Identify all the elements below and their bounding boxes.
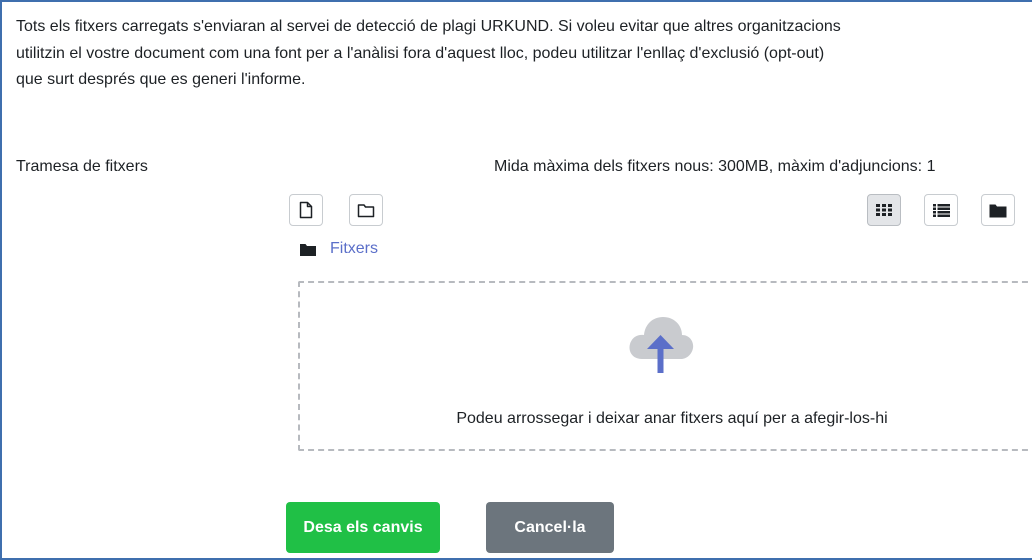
cloud-upload-icon [629, 317, 694, 373]
save-changes-button[interactable]: Desa els canvis [286, 502, 440, 553]
drop-zone-message: Podeu arrossegar i deixar anar fitxers a… [456, 410, 888, 427]
notice-line: que surt després que es generi l'informe… [16, 71, 306, 88]
list-view-button[interactable] [924, 194, 958, 226]
assignment-submission-panel: Tots els fitxers carregats s'enviaran al… [0, 0, 1032, 560]
cancel-button[interactable]: Cancel·la [486, 502, 614, 553]
tree-view-icon [989, 204, 1007, 217]
create-folder-icon [357, 203, 375, 217]
grid-view-button[interactable] [867, 194, 901, 226]
add-file-icon [299, 201, 313, 219]
file-drop-zone[interactable]: Podeu arrossegar i deixar anar fitxers a… [298, 281, 1032, 451]
breadcrumb-files-link[interactable]: Fitxers [330, 240, 378, 258]
create-folder-button[interactable] [349, 194, 383, 226]
add-file-button[interactable] [289, 194, 323, 226]
breadcrumb: Fitxers [300, 240, 378, 258]
grid-view-icon [876, 204, 892, 216]
list-view-icon [932, 203, 950, 217]
plagiarism-notice: Tots els fitxers carregats s'enviaran al… [16, 14, 1032, 94]
notice-line: Tots els fitxers carregats s'enviaran al… [16, 18, 841, 35]
tree-view-button[interactable] [981, 194, 1015, 226]
folder-icon [300, 243, 316, 256]
notice-line: utilitzin el vostre document com una fon… [16, 44, 825, 62]
max-size-info: Mida màxima dels fitxers nous: 300MB, mà… [494, 158, 936, 175]
file-submission-label: Tramesa de fitxers [16, 158, 148, 175]
